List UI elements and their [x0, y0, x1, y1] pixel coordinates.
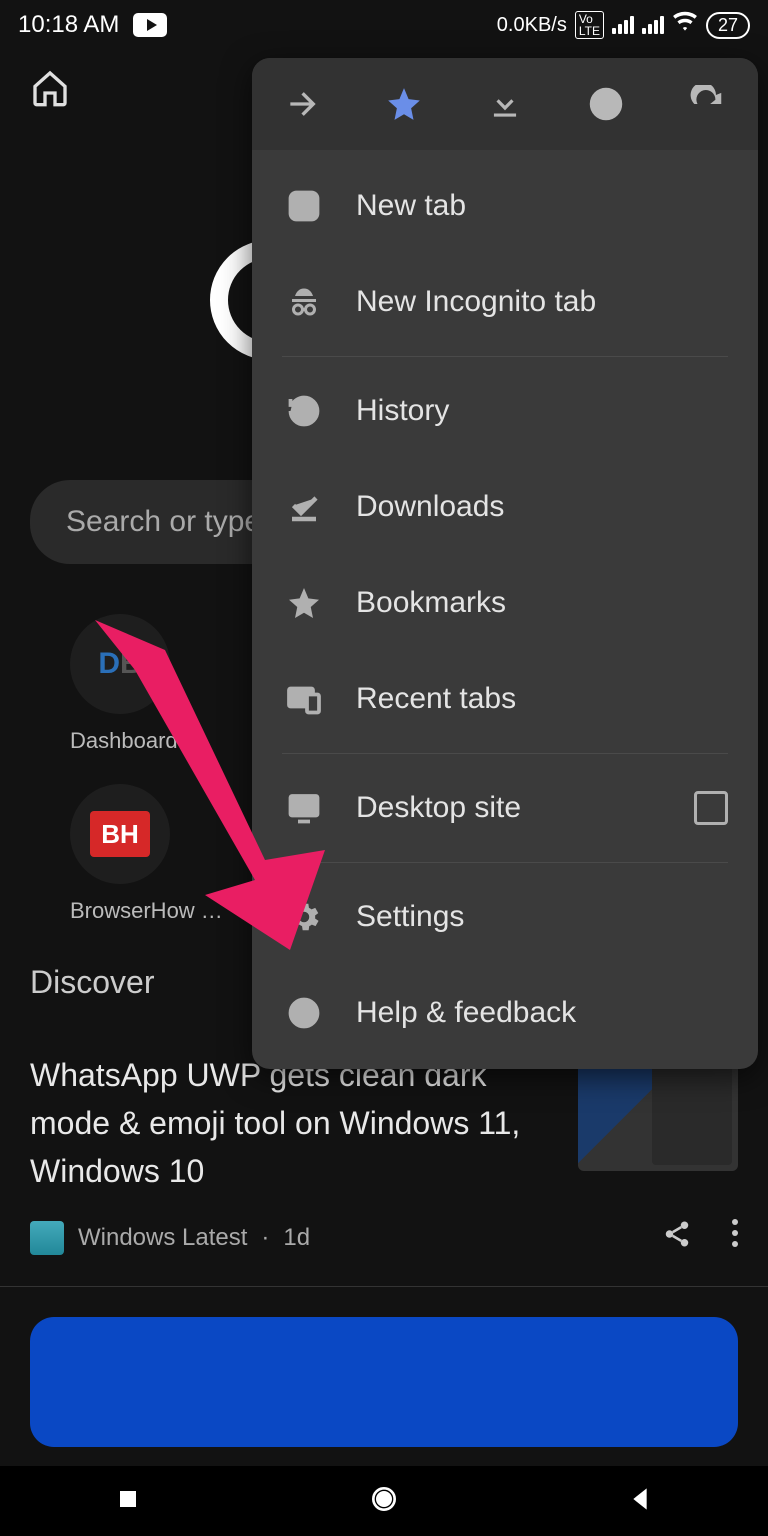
star-icon	[282, 585, 326, 621]
menu-item-desktop-site[interactable]: Desktop site	[252, 760, 758, 856]
help-icon	[282, 995, 326, 1031]
status-bar: 10:18 AM 0.0KB/s VoLTE 27	[0, 0, 768, 50]
source-icon	[30, 1221, 64, 1255]
menu-item-incognito[interactable]: New Incognito tab	[252, 254, 758, 350]
menu-label: History	[356, 394, 449, 428]
menu-label: Bookmarks	[356, 586, 506, 620]
article-age: 1d	[283, 1224, 310, 1252]
discover-article[interactable]: WhatsApp UWP gets clean dark mode & emoj…	[30, 1051, 738, 1195]
menu-label: Downloads	[356, 490, 504, 524]
tile-label: Dashboard …	[70, 728, 206, 754]
status-data-rate: 0.0KB/s	[497, 14, 567, 37]
share-icon[interactable]	[662, 1219, 692, 1256]
wifi-icon	[672, 9, 698, 42]
page-info-button[interactable]	[556, 58, 657, 150]
article-thumbnail	[578, 1051, 738, 1171]
shortcut-tile-browserhow[interactable]: BH BrowserHow …	[70, 784, 223, 924]
more-icon[interactable]	[732, 1219, 738, 1256]
menu-label: Desktop site	[356, 791, 521, 825]
menu-item-new-tab[interactable]: New tab	[252, 158, 758, 254]
menu-label: Settings	[356, 900, 464, 934]
nav-recent-button[interactable]	[112, 1483, 144, 1520]
youtube-icon	[133, 13, 167, 37]
incognito-icon	[282, 284, 326, 320]
promo-card[interactable]	[30, 1317, 738, 1447]
menu-item-bookmarks[interactable]: Bookmarks	[252, 555, 758, 651]
search-placeholder: Search or type	[66, 505, 261, 539]
desktop-site-checkbox[interactable]	[694, 791, 728, 825]
status-time: 10:18 AM	[18, 11, 119, 39]
forward-button[interactable]	[252, 58, 353, 150]
dashboard-icon: DB	[70, 614, 170, 714]
menu-item-recent-tabs[interactable]: Recent tabs	[252, 651, 758, 747]
reload-button[interactable]	[657, 58, 758, 150]
menu-label: Recent tabs	[356, 682, 516, 716]
divider	[0, 1286, 768, 1287]
signal-icon-1	[612, 16, 634, 34]
signal-icon-2	[642, 16, 664, 34]
menu-label: New Incognito tab	[356, 285, 596, 319]
menu-label: Help & feedback	[356, 996, 576, 1030]
menu-item-history[interactable]: History	[252, 363, 758, 459]
tile-label: BrowserHow …	[70, 898, 223, 924]
history-icon	[282, 393, 326, 429]
nav-back-button[interactable]	[624, 1483, 656, 1520]
menu-item-settings[interactable]: Settings	[252, 869, 758, 965]
bookmark-star-button[interactable]	[353, 58, 454, 150]
download-button[interactable]	[454, 58, 555, 150]
home-icon[interactable]	[30, 68, 70, 113]
shortcut-tile-dashboard[interactable]: DB Dashboard …	[70, 614, 206, 754]
menu-item-help[interactable]: Help & feedback	[252, 965, 758, 1061]
article-title: WhatsApp UWP gets clean dark mode & emoj…	[30, 1051, 558, 1195]
menu-separator	[282, 356, 728, 357]
overflow-menu: New tab New Incognito tab History Downlo…	[252, 58, 758, 1069]
article-source: Windows Latest	[78, 1224, 247, 1252]
browserhow-icon: BH	[70, 784, 170, 884]
battery-indicator: 27	[706, 12, 750, 39]
article-meta: Windows Latest · 1d	[30, 1219, 738, 1256]
check-underline-icon	[282, 489, 326, 525]
devices-icon	[282, 681, 326, 717]
menu-separator	[282, 753, 728, 754]
desktop-icon	[282, 790, 326, 826]
menu-item-downloads[interactable]: Downloads	[252, 459, 758, 555]
plus-square-icon	[282, 188, 326, 224]
volte-icon: VoLTE	[575, 11, 604, 39]
nav-home-button[interactable]	[368, 1483, 400, 1520]
menu-label: New tab	[356, 189, 466, 223]
system-nav-bar	[0, 1466, 768, 1536]
gear-icon	[282, 899, 326, 935]
menu-separator	[282, 862, 728, 863]
menu-action-row	[252, 58, 758, 150]
